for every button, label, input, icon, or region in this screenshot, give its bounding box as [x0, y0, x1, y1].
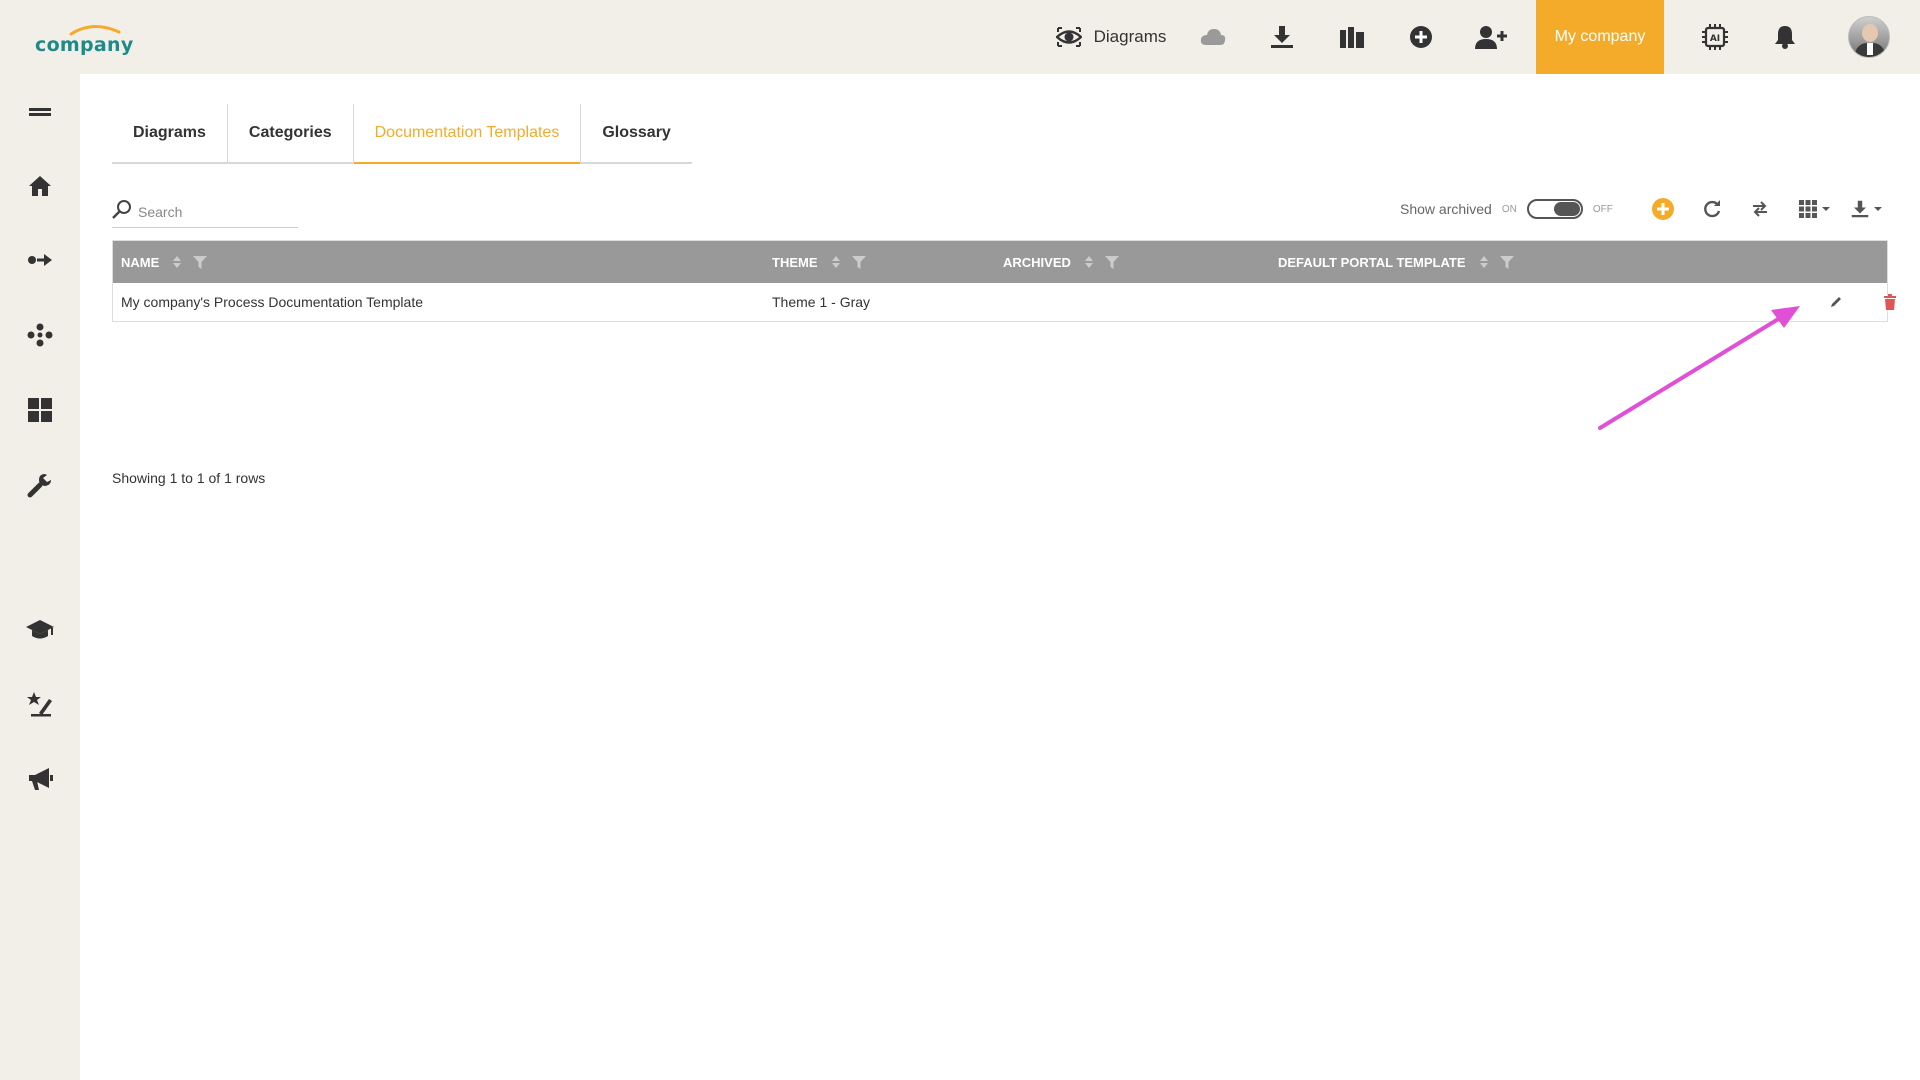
tab-glossary[interactable]: Glossary — [581, 104, 691, 162]
tab-categories[interactable]: Categories — [228, 104, 354, 162]
cell-theme: Theme 1 - Gray — [772, 294, 871, 310]
add-button[interactable] — [1406, 0, 1436, 74]
tab-diagrams[interactable]: Diagrams — [112, 104, 228, 162]
megaphone-icon — [29, 768, 53, 790]
ai-chip-icon: AI — [1702, 24, 1728, 50]
plus-circle-icon — [1652, 198, 1674, 220]
search-input[interactable] — [138, 203, 288, 220]
sidebar-item-network[interactable] — [20, 315, 60, 355]
user-avatar[interactable] — [1848, 16, 1890, 58]
grid-columns-icon — [1798, 200, 1817, 218]
cloud-button[interactable] — [1198, 0, 1228, 74]
sort-icon[interactable] — [173, 256, 182, 268]
ai-button[interactable]: AI — [1700, 0, 1730, 74]
templates-table: NAME THEME ARCHIVED DEFAULT PORTAL TEMPL… — [112, 240, 1896, 322]
menu-icon — [29, 108, 51, 116]
company-logo[interactable]: company — [35, 22, 145, 62]
sidebar-menu-toggle[interactable] — [20, 92, 60, 132]
graduation-cap-icon — [26, 620, 54, 639]
show-archived-toggle[interactable] — [1526, 199, 1583, 219]
diagrams-label: Diagrams — [1093, 27, 1167, 46]
filter-icon[interactable] — [851, 255, 866, 269]
diagrams-view-button[interactable]: Diagrams — [1046, 0, 1176, 74]
home-icon — [29, 176, 51, 196]
caret-down-icon — [1873, 207, 1882, 211]
sidebar-item-tools[interactable] — [20, 465, 60, 505]
refresh-icon — [1704, 200, 1721, 218]
download-icon — [1851, 200, 1868, 218]
sidebar-item-favorites[interactable] — [20, 684, 60, 724]
add-user-button[interactable] — [1474, 0, 1508, 74]
eye-icon — [1055, 27, 1082, 47]
pencil-icon — [1831, 297, 1841, 307]
add-template-button[interactable] — [1650, 194, 1676, 224]
plus-circle-icon — [1410, 26, 1432, 48]
sidebar-item-process[interactable] — [20, 240, 60, 280]
column-header-theme[interactable]: THEME — [772, 241, 866, 283]
filter-icon[interactable] — [193, 255, 208, 269]
sidebar-item-academy[interactable] — [20, 610, 60, 650]
columns-dropdown-button[interactable] — [1794, 194, 1834, 224]
trash-icon — [1884, 294, 1896, 310]
notifications-button[interactable] — [1770, 0, 1800, 74]
column-header-archived[interactable]: ARCHIVED — [1003, 241, 1119, 283]
caret-down-icon — [1821, 207, 1830, 211]
download-button[interactable] — [1267, 0, 1297, 74]
add-user-icon — [1475, 26, 1507, 49]
table-header: NAME THEME ARCHIVED DEFAULT PORTAL TEMPL… — [113, 241, 1887, 283]
dashboard-icon — [28, 398, 52, 422]
network-icon — [27, 323, 53, 347]
tab-bar: Diagrams Categories Documentation Templa… — [112, 104, 692, 164]
sort-icon[interactable] — [831, 256, 840, 268]
top-bar: company Diagrams My company AI — [0, 0, 1920, 74]
library-button[interactable] — [1337, 0, 1367, 74]
cloud-icon — [1200, 29, 1226, 45]
refresh-button[interactable] — [1699, 194, 1725, 224]
export-dropdown-button[interactable] — [1846, 194, 1886, 224]
filter-icon[interactable] — [1499, 255, 1514, 269]
process-icon — [28, 254, 52, 266]
my-company-button[interactable]: My company — [1536, 0, 1664, 74]
show-archived-control: Show archived ON OFF — [1400, 196, 1613, 222]
table-row[interactable]: My company's Process Documentation Templ… — [113, 283, 1896, 321]
search-icon — [112, 199, 131, 219]
toggle-knob — [1553, 202, 1580, 216]
sort-icon[interactable] — [1084, 256, 1093, 268]
wrench-icon — [27, 474, 51, 498]
filter-icon[interactable] — [1104, 255, 1119, 269]
bell-icon — [1775, 26, 1795, 49]
toggle-off-label: OFF — [1592, 203, 1613, 215]
show-archived-label: Show archived — [1400, 201, 1492, 217]
sidebar — [0, 74, 80, 1080]
library-icon — [1340, 27, 1364, 48]
sidebar-item-home[interactable] — [20, 166, 60, 206]
logo-text: company — [35, 34, 134, 56]
cell-name: My company's Process Documentation Templ… — [121, 294, 423, 310]
download-icon — [1271, 26, 1293, 48]
sort-icon[interactable] — [1479, 256, 1488, 268]
star-pen-icon — [27, 692, 52, 717]
sidebar-item-dashboard[interactable] — [20, 390, 60, 430]
my-company-label: My company — [1554, 28, 1646, 45]
search-box — [112, 190, 298, 228]
toggle-on-label: ON — [1501, 203, 1517, 215]
edit-button[interactable] — [1826, 292, 1846, 312]
svg-text:AI: AI — [1710, 34, 1720, 44]
swap-arrows-icon — [1753, 201, 1767, 217]
toggle-view-button[interactable] — [1747, 194, 1773, 224]
sidebar-item-announcements[interactable] — [20, 759, 60, 799]
column-header-name[interactable]: NAME — [121, 241, 208, 283]
pagination-info: Showing 1 to 1 of 1 rows — [112, 470, 266, 486]
delete-button[interactable] — [1880, 292, 1900, 312]
column-header-default-portal-template[interactable]: DEFAULT PORTAL TEMPLATE — [1278, 241, 1514, 283]
main-panel: Diagrams Categories Documentation Templa… — [80, 74, 1920, 1080]
tab-documentation-templates[interactable]: Documentation Templates — [353, 104, 582, 164]
